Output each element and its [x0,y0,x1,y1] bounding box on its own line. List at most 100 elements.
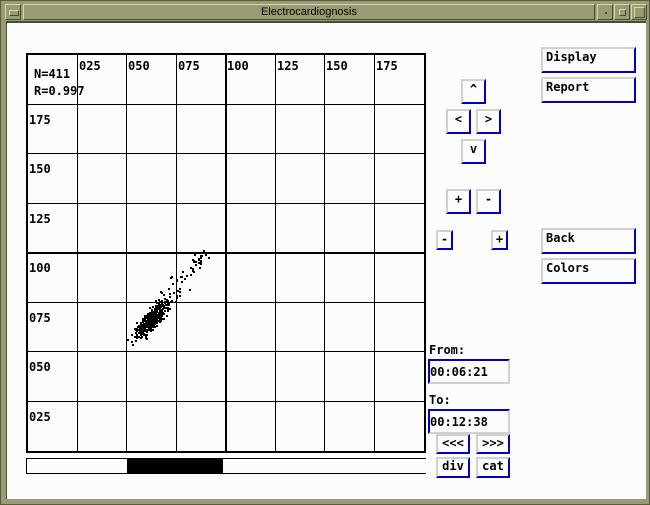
scatter-point [150,324,152,326]
grid-horizontal-line [28,401,424,402]
scatter-point [181,276,183,278]
report-button[interactable]: Report [541,77,636,103]
scatter-point [152,315,154,317]
next-button[interactable]: >>> [476,434,510,454]
scatter-point [136,334,138,336]
scatter-point [195,261,197,263]
scatter-point [205,254,207,256]
window-title: Electrocardiognosis [23,4,595,20]
maximize-icon[interactable] [614,4,630,20]
scatter-point [159,321,161,323]
scatter-point [163,305,165,307]
x-axis-label: 100 [227,59,249,73]
scatter-point [163,313,165,315]
resize-icon[interactable] [631,4,647,20]
scatter-point [137,326,139,328]
display-button[interactable]: Display [541,47,636,73]
scatter-point [169,308,171,310]
scatter-point [161,318,163,320]
x-axis-label: 175 [376,59,398,73]
scatter-point [193,261,195,263]
scatter-point [181,281,183,283]
scatter-point [190,274,192,276]
from-time-field[interactable] [428,359,510,384]
grid-vertical-line [374,55,375,451]
pan-right-button[interactable]: > [476,109,501,134]
scatter-point [127,339,129,341]
x-axis-label: 050 [128,59,150,73]
scatter-point [161,302,163,304]
scatter-point [167,308,169,310]
scatter-point [200,261,202,263]
from-label: From: [429,343,466,357]
scatter-point [139,325,141,327]
to-time-field[interactable] [428,409,510,434]
scatter-point [156,325,158,327]
scatter-point [201,252,203,254]
back-button[interactable]: Back [541,228,636,254]
scatter-point [169,296,171,298]
scatter-point [160,316,162,318]
scatter-point [171,276,173,278]
scatter-point [164,301,166,303]
scatter-point [136,322,138,324]
timeline-slider[interactable] [26,458,426,474]
scatter-point [176,297,178,299]
scatter-point [144,334,146,336]
scatter-point [179,288,181,290]
scatter-point [200,257,202,259]
scatter-point [142,331,144,333]
scatter-point [169,293,171,295]
scatter-point [155,311,157,313]
pan-left-button[interactable]: < [446,109,471,134]
window-menu-icon[interactable] [5,4,21,20]
x-axis-label: 075 [178,59,200,73]
grow-button[interactable]: + [491,230,508,250]
scatter-point [175,301,177,303]
scatter-point [146,334,148,336]
scatter-point [163,318,165,320]
scatter-point [158,303,160,305]
scatter-point [140,322,142,324]
scatter-point [147,313,149,315]
scatter-point [156,319,158,321]
div-button[interactable]: div [436,457,470,478]
scatter-point [131,334,133,336]
scatter-point [179,291,181,293]
scatter-point [149,307,151,309]
scatter-point [155,322,157,324]
scatter-point [135,329,137,331]
pan-up-button[interactable]: ^ [461,79,486,104]
colors-button[interactable]: Colors [541,258,636,284]
zoom-in-button[interactable]: + [446,189,471,214]
scatter-point [189,289,191,291]
scatter-plot[interactable]: N=411 R=0.997 025 050 075 100 125 150 175 175 15… [26,53,426,453]
scatter-point [186,275,188,277]
x-axis-label: 025 [79,59,101,73]
scatter-point [176,279,178,281]
scatter-point [190,267,192,269]
minimize-icon[interactable] [597,4,613,20]
scatter-point [194,254,196,256]
scatter-point [167,310,169,312]
scatter-point [146,338,148,340]
pan-down-button[interactable]: v [461,139,486,164]
timeline-selection[interactable] [127,459,223,473]
scatter-point [192,270,194,272]
scatter-point [148,326,150,328]
zoom-out-button[interactable]: - [476,189,501,214]
window-frame: Electrocardiognosis N=411 R=0.997 025 050… [0,0,650,505]
scatter-point [146,331,148,333]
grid-horizontal-line [28,351,424,352]
previous-button[interactable]: <<< [436,434,470,454]
scatter-point [208,257,210,259]
grid-vertical-line [275,55,276,451]
cat-button[interactable]: cat [476,457,510,478]
title-bar[interactable]: Electrocardiognosis [5,4,647,20]
y-axis-label: 125 [29,212,51,226]
shrink-button[interactable]: - [436,230,453,250]
x-axis-label: 125 [277,59,299,73]
x-axis-label: 150 [326,59,348,73]
scatter-point [177,290,179,292]
scatter-point [163,294,165,296]
